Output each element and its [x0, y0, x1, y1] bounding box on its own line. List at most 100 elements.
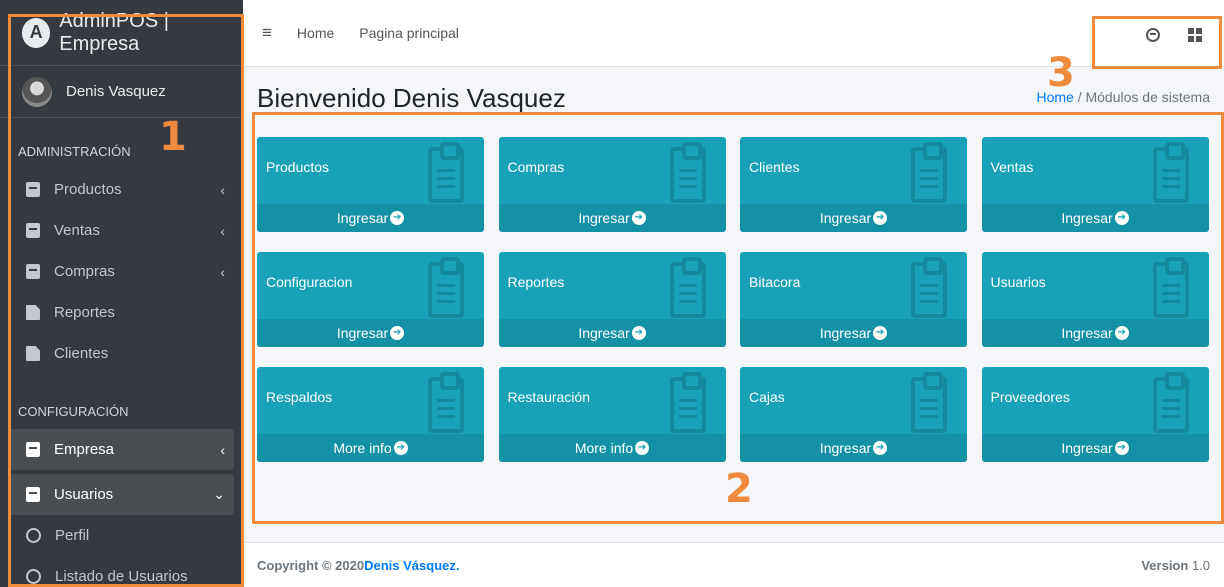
module-tile-grid: Productos Ingresar ➔ Compras Ingresar ➔ Client…	[257, 137, 1209, 462]
arrow-circle-right-icon: ➔	[873, 326, 888, 340]
tile-label: Bitacora	[749, 274, 801, 290]
module-tile-ventas[interactable]: Ventas Ingresar ➔	[981, 137, 1209, 232]
clipboard-icon	[669, 372, 706, 433]
breadcrumb-current: Módulos de sistema	[1085, 89, 1210, 105]
grid-icon[interactable]	[1188, 28, 1202, 42]
module-tile-clientes[interactable]: Clientes Ingresar ➔	[740, 137, 967, 232]
module-tile-compras[interactable]: Compras Ingresar ➔	[498, 137, 726, 232]
tile-footer-link[interactable]: Ingresar ➔	[740, 319, 967, 347]
module-tile-proveedores[interactable]: Proveedores Ingresar ➔	[981, 367, 1209, 462]
annotation-number-3: 3	[1047, 50, 1075, 96]
top-navbar: ≡ Home Pagina principal	[243, 0, 1224, 67]
module-tile-productos[interactable]: Productos Ingresar ➔	[257, 137, 484, 232]
clipboard-icon	[911, 142, 947, 203]
sidebar-item-clientes[interactable]: Clientes	[0, 333, 243, 374]
nav-header-configuracion: CONFIGURACIÓN	[18, 404, 129, 419]
clipboard-icon	[428, 142, 464, 203]
top-icons	[1146, 28, 1202, 42]
tile-footer-link[interactable]: Ingresar ➔	[981, 204, 1209, 232]
copyright-text: Copyright © 2020	[257, 557, 365, 573]
clipboard-icon	[428, 257, 464, 318]
arrow-circle-right-icon: ➔	[393, 441, 408, 455]
arrow-circle-right-icon: ➔	[390, 211, 405, 225]
arrow-circle-right-icon: ➔	[631, 326, 646, 340]
chevron-left-icon: ‹	[220, 181, 225, 198]
circle-icon	[26, 569, 41, 584]
sidebar-item-usuarios[interactable]: Usuarios ⌄	[9, 474, 234, 515]
tile-label: Compras	[507, 159, 565, 175]
clipboard-icon	[911, 257, 947, 318]
nav-link-home[interactable]: Home	[297, 25, 334, 41]
module-tile-respaldos[interactable]: Respaldos More info ➔	[257, 367, 484, 462]
tile-label: Respaldos	[266, 389, 333, 405]
chevron-down-icon: ⌄	[213, 486, 225, 502]
tile-footer-link[interactable]: Ingresar ➔	[981, 434, 1209, 462]
sidebar: A AdminPOS | Empresa Denis Vasquez ADMIN…	[0, 0, 243, 587]
page-title: Bienvenido Denis Vasquez	[257, 83, 566, 113]
tile-label: Clientes	[749, 159, 800, 175]
clipboard-icon	[669, 142, 706, 203]
book-icon	[26, 264, 40, 279]
file-icon	[26, 346, 40, 361]
tile-footer-link[interactable]: Ingresar ➔	[498, 204, 726, 232]
tile-footer-link[interactable]: Ingresar ➔	[257, 204, 484, 232]
chevron-left-icon: ‹	[220, 222, 225, 239]
sidebar-item-listado-usuarios[interactable]: Listado de Usuarios	[0, 556, 243, 587]
sidebar-item-compras[interactable]: Compras ‹	[0, 251, 243, 292]
tile-footer-link[interactable]: More info ➔	[498, 434, 726, 462]
nav-link-pagina-principal[interactable]: Pagina principal	[359, 25, 459, 41]
author-link[interactable]: Denis Vásquez.	[364, 558, 459, 573]
tile-label: Usuarios	[990, 274, 1046, 290]
module-tile-usuarios[interactable]: Usuarios Ingresar ➔	[981, 252, 1209, 347]
tile-label: Configuracion	[266, 274, 353, 290]
sidebar-item-empresa[interactable]: Empresa ‹	[9, 429, 234, 470]
chevron-left-icon: ‹	[220, 263, 225, 280]
user-name: Denis Vasquez	[66, 83, 166, 100]
clipboard-icon	[669, 257, 706, 318]
sidebar-item-productos[interactable]: Productos ‹	[0, 169, 243, 210]
arrow-circle-right-icon: ➔	[1114, 326, 1129, 340]
clipboard-icon	[1152, 372, 1189, 433]
arrow-circle-right-icon: ➔	[1114, 211, 1129, 225]
book-icon	[26, 487, 40, 502]
sidebar-item-ventas[interactable]: Ventas ‹	[0, 210, 243, 251]
sidebar-item-reportes[interactable]: Reportes	[0, 292, 243, 333]
module-tile-restauraci-n[interactable]: Restauración More info ➔	[498, 367, 726, 462]
tile-footer-link[interactable]: Ingresar ➔	[740, 204, 967, 232]
module-tile-cajas[interactable]: Cajas Ingresar ➔	[740, 367, 967, 462]
brand-logo-icon: A	[22, 17, 51, 48]
arrow-circle-right-icon: ➔	[631, 211, 646, 225]
tile-footer-link[interactable]: Ingresar ➔	[981, 319, 1209, 347]
tile-label: Restauración	[507, 389, 591, 405]
tile-footer-link[interactable]: Ingresar ➔	[498, 319, 726, 347]
module-tile-reportes[interactable]: Reportes Ingresar ➔	[498, 252, 726, 347]
clipboard-icon	[1152, 257, 1189, 318]
annotation-number-2: 2	[725, 466, 753, 512]
brand-text: AdminPOS | Empresa	[59, 9, 169, 55]
menu-toggle-icon[interactable]: ≡	[262, 23, 272, 43]
arrow-circle-right-icon: ➔	[1114, 441, 1129, 455]
tile-footer-link[interactable]: Ingresar ➔	[740, 434, 967, 462]
tile-footer-link[interactable]: Ingresar ➔	[257, 319, 484, 347]
clipboard-icon	[1152, 142, 1189, 203]
clipboard-icon	[428, 372, 464, 433]
user-panel[interactable]: Denis Vasquez	[0, 66, 243, 118]
clipboard-icon	[911, 372, 947, 433]
tile-label: Proveedores	[990, 389, 1070, 405]
arrow-circle-right-icon: ➔	[873, 211, 888, 225]
arrow-circle-right-icon: ➔	[873, 441, 888, 455]
book-icon	[26, 182, 40, 197]
user-circle-icon[interactable]	[1146, 28, 1160, 42]
tile-label: Productos	[266, 159, 330, 175]
arrow-circle-right-icon: ➔	[635, 441, 650, 455]
tile-label: Cajas	[749, 389, 785, 405]
module-tile-bitacora[interactable]: Bitacora Ingresar ➔	[740, 252, 967, 347]
version-info: Version 1.0	[1141, 557, 1210, 573]
module-tile-configuracion[interactable]: Configuracion Ingresar ➔	[257, 252, 484, 347]
book-icon	[26, 223, 40, 238]
brand-link[interactable]: A AdminPOS | Empresa	[0, 0, 243, 66]
file-icon	[26, 305, 40, 320]
sidebar-item-perfil[interactable]: Perfil	[0, 515, 243, 556]
book-icon	[26, 442, 40, 457]
tile-footer-link[interactable]: More info ➔	[257, 434, 484, 462]
